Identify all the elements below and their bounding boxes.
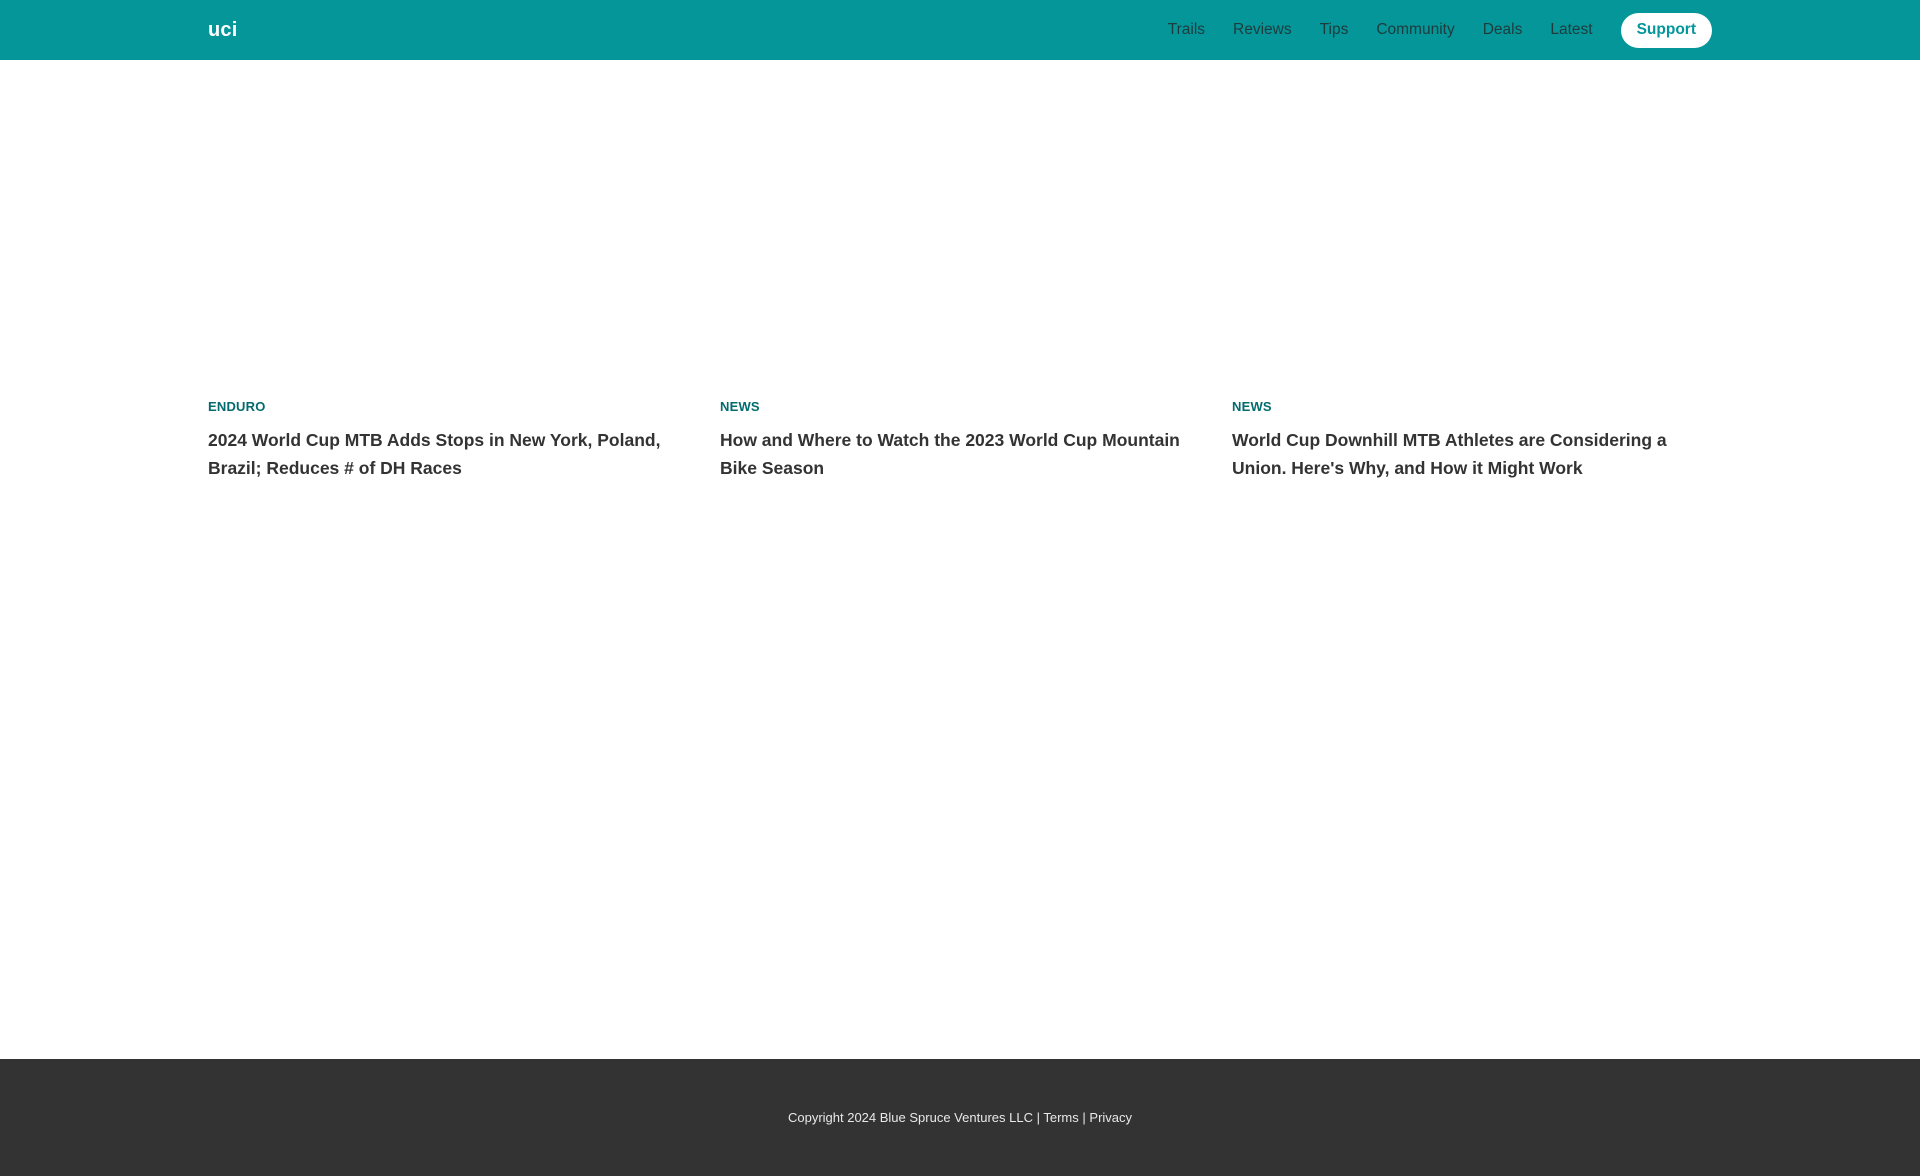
- article-grid: ENDURO 2024 World Cup MTB Adds Stops in …: [208, 60, 1712, 482]
- article-category[interactable]: NEWS: [1232, 399, 1712, 414]
- header-container: uci Trails Reviews Tips Community Deals …: [208, 0, 1712, 60]
- nav-item-trails[interactable]: Trails: [1168, 21, 1205, 39]
- article-title[interactable]: World Cup Downhill MTB Athletes are Cons…: [1232, 426, 1712, 482]
- article-card: ENDURO 2024 World Cup MTB Adds Stops in …: [208, 60, 688, 482]
- footer-separator: |: [1036, 1110, 1040, 1125]
- page: uci Trails Reviews Tips Community Deals …: [0, 0, 1920, 1176]
- nav-item-latest[interactable]: Latest: [1550, 21, 1592, 39]
- footer-legal: Copyright 2024 Blue Spruce Ventures LLC …: [788, 1110, 1132, 1125]
- nav-item-tips[interactable]: Tips: [1320, 21, 1349, 39]
- site-logo[interactable]: uci: [208, 19, 238, 42]
- footer-separator: |: [1082, 1110, 1086, 1125]
- nav-item-deals[interactable]: Deals: [1483, 21, 1523, 39]
- article-title[interactable]: 2024 World Cup MTB Adds Stops in New Yor…: [208, 426, 688, 482]
- article-category[interactable]: NEWS: [720, 399, 1200, 414]
- site-header: uci Trails Reviews Tips Community Deals …: [0, 0, 1920, 60]
- article-title[interactable]: How and Where to Watch the 2023 World Cu…: [720, 426, 1200, 482]
- article-category[interactable]: ENDURO: [208, 399, 688, 414]
- site-footer: Copyright 2024 Blue Spruce Ventures LLC …: [0, 1059, 1920, 1176]
- privacy-link[interactable]: Privacy: [1089, 1110, 1132, 1125]
- article-image[interactable]: [1232, 60, 1712, 390]
- support-button[interactable]: Support: [1620, 12, 1712, 48]
- article-card: NEWS How and Where to Watch the 2023 Wor…: [720, 60, 1200, 482]
- terms-link[interactable]: Terms: [1043, 1110, 1078, 1125]
- article-card: NEWS World Cup Downhill MTB Athletes are…: [1232, 60, 1712, 482]
- nav-item-reviews[interactable]: Reviews: [1233, 21, 1292, 39]
- article-image[interactable]: [208, 60, 688, 390]
- copyright-text: Copyright 2024 Blue Spruce Ventures LLC: [787, 1110, 1033, 1125]
- main-nav: Trails Reviews Tips Community Deals Late…: [1168, 12, 1712, 48]
- nav-item-community[interactable]: Community: [1376, 21, 1454, 39]
- article-image[interactable]: [720, 60, 1200, 390]
